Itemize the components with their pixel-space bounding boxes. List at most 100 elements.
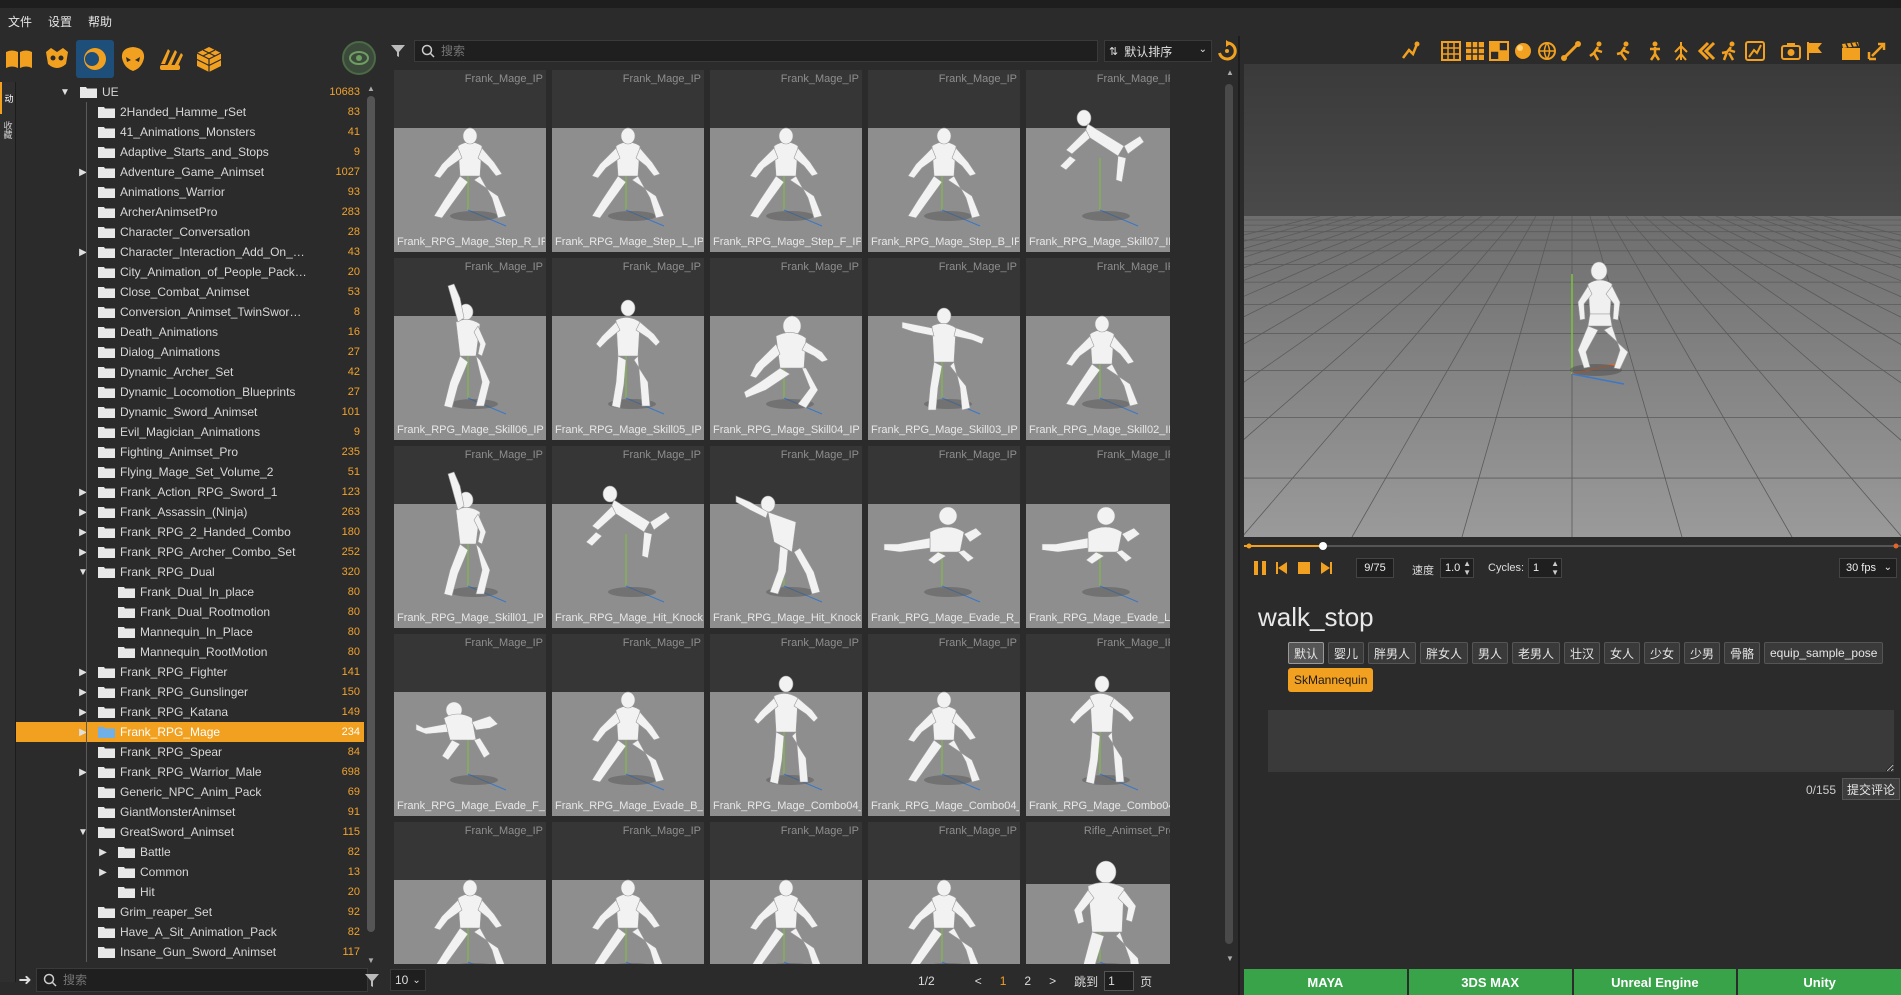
- tree-item[interactable]: Conversion_Animset_TwinSword_Tw... 8: [16, 302, 364, 322]
- frame-counter[interactable]: 9/75: [1356, 558, 1394, 578]
- jump-page-input[interactable]: [1104, 971, 1135, 991]
- tree-item[interactable]: Flying_Mage_Set_Volume_2 51: [16, 462, 364, 482]
- tree-item[interactable]: ▶ Frank_RPG_Gunslinger 150: [16, 682, 364, 702]
- page-1-button[interactable]: 1: [1000, 974, 1007, 988]
- tag-chip[interactable]: 骨骼: [1724, 642, 1761, 664]
- tree-item[interactable]: ▶ Frank_RPG_2_Handed_Combo 180: [16, 522, 364, 542]
- submit-comment-button[interactable]: 提交评论: [1842, 778, 1901, 800]
- animation-card[interactable]: Frank_Mage_IP Frank_RPG_Mage_Skill01_IP: [394, 446, 546, 628]
- stop-icon[interactable]: [1296, 560, 1312, 576]
- tree-item[interactable]: ArcherAnimsetPro 283: [16, 202, 364, 222]
- animation-card[interactable]: Frank_Mage_IP Frank_RPG_Mage_Step_B_IP: [868, 70, 1020, 252]
- animation-card[interactable]: Rifle_Animset_Pro: [1026, 822, 1170, 964]
- step-forward-icon[interactable]: [1318, 560, 1334, 576]
- animation-card[interactable]: Frank_Mage_IP Frank_RPG_Mage_Evade_L_IP: [1026, 446, 1170, 628]
- animation-card[interactable]: Frank_Mage_IP Frank_RPG_Mage_Skill03_IP: [868, 258, 1020, 440]
- filter-icon[interactable]: [388, 41, 408, 61]
- animation-card[interactable]: Frank_Mage_IP: [710, 822, 862, 964]
- fps-select[interactable]: 30 fps ⌄: [1839, 558, 1897, 578]
- scroll-up-icon[interactable]: ▲: [1223, 66, 1237, 78]
- animation-card[interactable]: Frank_Mage_IP Frank_RPG_Mage_Skill07_IP: [1026, 70, 1170, 252]
- run2-icon[interactable]: [1612, 40, 1634, 62]
- tree-scrollbar[interactable]: ▲ ▼: [364, 82, 378, 966]
- menu-help[interactable]: 帮助: [80, 13, 120, 30]
- animation-card[interactable]: Frank_Mage_IP Frank_RPG_Mage_Step_F_IP: [710, 70, 862, 252]
- run-icon[interactable]: [1586, 40, 1608, 62]
- tree-item[interactable]: Dynamic_Archer_Set 42: [16, 362, 364, 382]
- animation-card[interactable]: Frank_Mage_IP Frank_RPG_Mage_Evade_F_IP: [394, 634, 546, 816]
- eye-toggle-icon[interactable]: [342, 41, 376, 75]
- tree-item[interactable]: Evil_Magician_Animations 9: [16, 422, 364, 442]
- skeleton-icon[interactable]: [1670, 40, 1692, 62]
- bone-icon[interactable]: [1560, 40, 1582, 62]
- tree-item[interactable]: ▶ Common 13: [16, 862, 364, 882]
- tree-item[interactable]: ▶ Frank_RPG_Katana 149: [16, 702, 364, 722]
- animation-card[interactable]: Frank_Mage_IP: [552, 822, 704, 964]
- expand-arrow-icon[interactable]: ▶: [98, 862, 108, 882]
- tree-item[interactable]: ▼ Frank_RPG_Dual 320: [16, 562, 364, 582]
- skeleton-tag[interactable]: SkMannequin: [1288, 668, 1374, 692]
- animation-card[interactable]: Frank_Mage_IP Frank_RPG_Mage_Evade_B_IP: [552, 634, 704, 816]
- animation-card[interactable]: Frank_Mage_IP Frank_RPG_Mage_Skill06_IP: [394, 258, 546, 440]
- sphere-icon[interactable]: [1512, 40, 1534, 62]
- tree-item[interactable]: ▶ Frank_Action_RPG_Sword_1 123: [16, 482, 364, 502]
- collapse-panel-icon[interactable]: ➜: [14, 970, 36, 990]
- export-unreal-button[interactable]: Unreal Engine: [1573, 969, 1739, 995]
- menu-file[interactable]: 文件: [0, 13, 40, 30]
- tag-chip[interactable]: 老男人: [1512, 642, 1561, 664]
- tag-chip[interactable]: 女人: [1604, 642, 1641, 664]
- menu-settings[interactable]: 设置: [40, 13, 80, 30]
- tag-chip[interactable]: 婴儿: [1328, 642, 1365, 664]
- tree-item[interactable]: ▶ Battle 82: [16, 842, 364, 862]
- tree-item[interactable]: GiantMonsterAnimset 91: [16, 802, 364, 822]
- tree-item[interactable]: Close_Combat_Animset 53: [16, 282, 364, 302]
- tree-root[interactable]: ▼ UE 10683: [16, 82, 364, 102]
- tree-item[interactable]: Mannequin_In_Place 80: [16, 622, 364, 642]
- spinner-arrows-icon[interactable]: ▲ ▼: [1551, 559, 1559, 577]
- cycles-spinner[interactable]: 1 ▲ ▼: [1528, 558, 1562, 578]
- spinner-arrows-icon[interactable]: ▲ ▼: [1463, 559, 1471, 577]
- tree-item[interactable]: Character_Conversation 28: [16, 222, 364, 242]
- animation-card[interactable]: Frank_Mage_IP Frank_RPG_Mage_Step_L_IP: [552, 70, 704, 252]
- tag-chip[interactable]: 胖女人: [1420, 642, 1469, 664]
- export-unity-button[interactable]: Unity: [1738, 969, 1901, 995]
- 3d-viewport[interactable]: [1244, 64, 1901, 537]
- tree-item[interactable]: Generic_NPC_Anim_Pack 69: [16, 782, 364, 802]
- tag-chip[interactable]: 胖男人: [1368, 642, 1417, 664]
- tree-item[interactable]: Death_Animations 16: [16, 322, 364, 342]
- tree-item[interactable]: Insane_Airsamba_Set128: [16, 962, 364, 966]
- globe-icon[interactable]: [1536, 40, 1558, 62]
- tree-item[interactable]: ▶ Adventure_Game_Animset 1027: [16, 162, 364, 182]
- panel-divider[interactable]: [1238, 36, 1240, 995]
- tree-item[interactable]: Dialog_Animations 27: [16, 342, 364, 362]
- tree-item[interactable]: City_Animation_of_People_Pack_1 20: [16, 262, 364, 282]
- grid-icon[interactable]: [1440, 40, 1462, 62]
- tree-item[interactable]: Frank_Dual_In_place 80: [16, 582, 364, 602]
- animation-card[interactable]: Frank_Mage_IP Frank_RPG_Mage_Step_R_IP: [394, 70, 546, 252]
- page-size-select[interactable]: 10 ⌄: [390, 969, 426, 991]
- scroll-up-icon[interactable]: ▲: [364, 82, 378, 94]
- timeline-slider[interactable]: [1244, 540, 1901, 552]
- tree-item[interactable]: Adaptive_Starts_and_Stops 9: [16, 142, 364, 162]
- tree-item[interactable]: Frank_RPG_Spear 84: [16, 742, 364, 762]
- tree-search-input[interactable]: [63, 973, 343, 987]
- tree-item[interactable]: ▶ Frank_RPG_Warrior_Male 698: [16, 762, 364, 782]
- scroll-down-icon[interactable]: ▼: [1223, 952, 1237, 964]
- comment-input[interactable]: [1268, 710, 1894, 772]
- collapse-arrow-icon[interactable]: ▼: [60, 82, 70, 102]
- tree-item[interactable]: Insane_Gun_Sword_Animset 117: [16, 942, 364, 962]
- animation-card[interactable]: Frank_Mage_IP Frank_RPG_Mage_Hit_Knock: [552, 446, 704, 628]
- tag-chip[interactable]: 默认: [1288, 642, 1325, 664]
- animation-card[interactable]: Frank_Mage_IP Frank_RPG_Mage_Skill05_IP: [552, 258, 704, 440]
- tag-chip[interactable]: 壮汉: [1564, 642, 1601, 664]
- alien-icon[interactable]: [114, 40, 152, 78]
- filter-icon[interactable]: [362, 970, 382, 990]
- refresh-icon[interactable]: [1216, 40, 1238, 62]
- side-tab-favorites[interactable]: 收藏: [0, 114, 16, 146]
- checker-icon[interactable]: [1488, 40, 1510, 62]
- prev-page-button[interactable]: <: [975, 974, 982, 988]
- tree-item[interactable]: Fighting_Animset_Pro 235: [16, 442, 364, 462]
- walk-icon[interactable]: [1718, 40, 1740, 62]
- tree-item[interactable]: ▶Character_Interaction_Add_On_Vol_0143: [16, 242, 364, 262]
- prev-icon[interactable]: [1694, 40, 1716, 62]
